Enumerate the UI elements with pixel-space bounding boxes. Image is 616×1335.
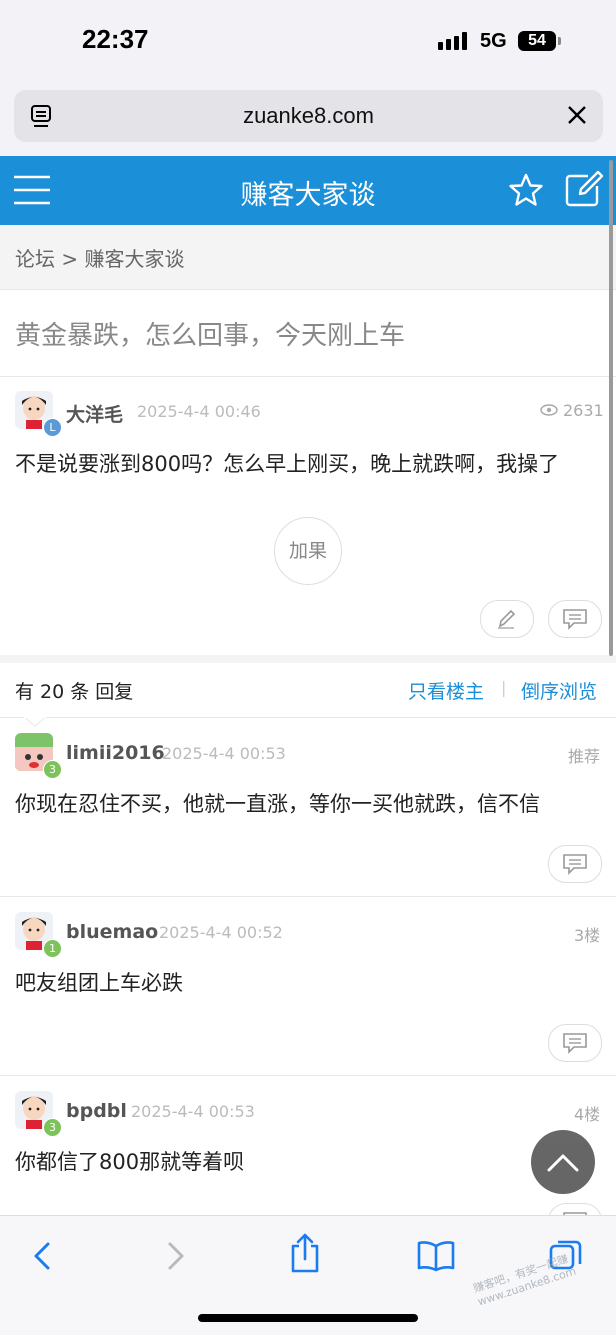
divider	[0, 717, 616, 718]
network-type: 5G	[480, 30, 507, 52]
comment-icon	[563, 854, 587, 875]
edit-button[interactable]	[480, 600, 534, 638]
divider	[0, 376, 616, 377]
battery-icon: 54	[518, 31, 556, 51]
forum-header: 赚客大家谈	[0, 156, 616, 225]
reply-button[interactable]	[548, 1024, 602, 1062]
only-author-link[interactable]: 只看楼主	[408, 677, 484, 704]
chevron-up-icon	[547, 1154, 579, 1172]
home-indicator	[198, 1314, 418, 1322]
reply-body: 吧友组团上车必跌	[15, 971, 183, 995]
url-text[interactable]: zuanke8.com	[14, 103, 603, 129]
reply-author[interactable]: bpdbl	[66, 1100, 127, 1122]
status-bar: 22:37 5G 54	[0, 0, 616, 84]
back-icon[interactable]	[30, 1238, 54, 1274]
reply-button[interactable]	[548, 845, 602, 883]
reply-author[interactable]: limii2016	[66, 742, 165, 764]
praise-button[interactable]: 加果	[274, 517, 342, 585]
status-time: 22:37	[82, 24, 149, 54]
reply-floor: 4楼	[574, 1105, 601, 1124]
user-level-badge: 3	[43, 760, 62, 779]
comment-icon	[563, 609, 587, 630]
scroll-to-top-button[interactable]	[531, 1130, 595, 1194]
reply-summary-bar: 有 20 条 回复 只看楼主 | 倒序浏览	[0, 663, 616, 717]
post-date: 2025-4-4 00:46	[137, 402, 261, 421]
bookmarks-icon[interactable]	[416, 1238, 456, 1274]
reply-date: 2025-4-4 00:52	[159, 923, 283, 942]
reply-body: 你都信了800那就等着呗	[15, 1150, 245, 1174]
reply-button[interactable]	[548, 600, 602, 638]
pointer-notch	[24, 717, 46, 727]
reply-date: 2025-4-4 00:53	[131, 1102, 255, 1121]
breadcrumb-text[interactable]: 论坛 > 赚客大家谈	[15, 243, 184, 272]
reply-date: 2025-4-4 00:53	[162, 744, 286, 763]
battery-cap	[558, 37, 561, 45]
star-icon[interactable]	[508, 172, 544, 208]
divider	[0, 896, 616, 897]
share-icon[interactable]	[288, 1232, 322, 1274]
views-icon	[540, 404, 558, 416]
reply-author[interactable]: bluemao	[66, 921, 158, 943]
scrollbar[interactable]	[609, 160, 613, 656]
reverse-order-link[interactable]: 倒序浏览	[521, 677, 597, 704]
divider	[0, 1075, 616, 1076]
forward-icon[interactable]	[164, 1238, 188, 1274]
pencil-icon	[498, 609, 516, 629]
user-level-badge: 3	[43, 1118, 62, 1137]
reply-body: 你现在忍住不买，他就一直涨，等你一买他就跌，信不信	[15, 792, 540, 816]
edit-icon[interactable]	[564, 170, 604, 208]
post-body: 不是说要涨到800吗？怎么早上刚买，晚上就跌啊，我操了	[15, 452, 560, 476]
reply-button[interactable]	[548, 1203, 602, 1215]
user-level-badge: 1	[43, 939, 62, 958]
section-gap	[0, 655, 616, 663]
user-level-badge: L	[43, 418, 62, 437]
thread-title: 黄金暴跌，怎么回事，今天刚上车	[15, 321, 406, 351]
post-author[interactable]: 大洋毛	[66, 400, 123, 427]
reply-count: 有 20 条 回复	[15, 681, 134, 703]
view-count: 2631	[563, 401, 604, 420]
thread-content: 论坛 > 赚客大家谈 黄金暴跌，怎么回事，今天刚上车 L 大洋毛 2025-4-…	[0, 225, 616, 1215]
reply-floor: 推荐	[568, 747, 601, 766]
address-bar[interactable]: zuanke8.com	[14, 90, 603, 142]
reply-floor: 3楼	[574, 926, 601, 945]
separator: |	[501, 678, 507, 697]
close-icon[interactable]	[566, 104, 588, 126]
comment-icon	[563, 1033, 587, 1054]
cellular-signal-icon	[438, 32, 467, 50]
breadcrumb: 论坛 > 赚客大家谈	[0, 225, 616, 290]
